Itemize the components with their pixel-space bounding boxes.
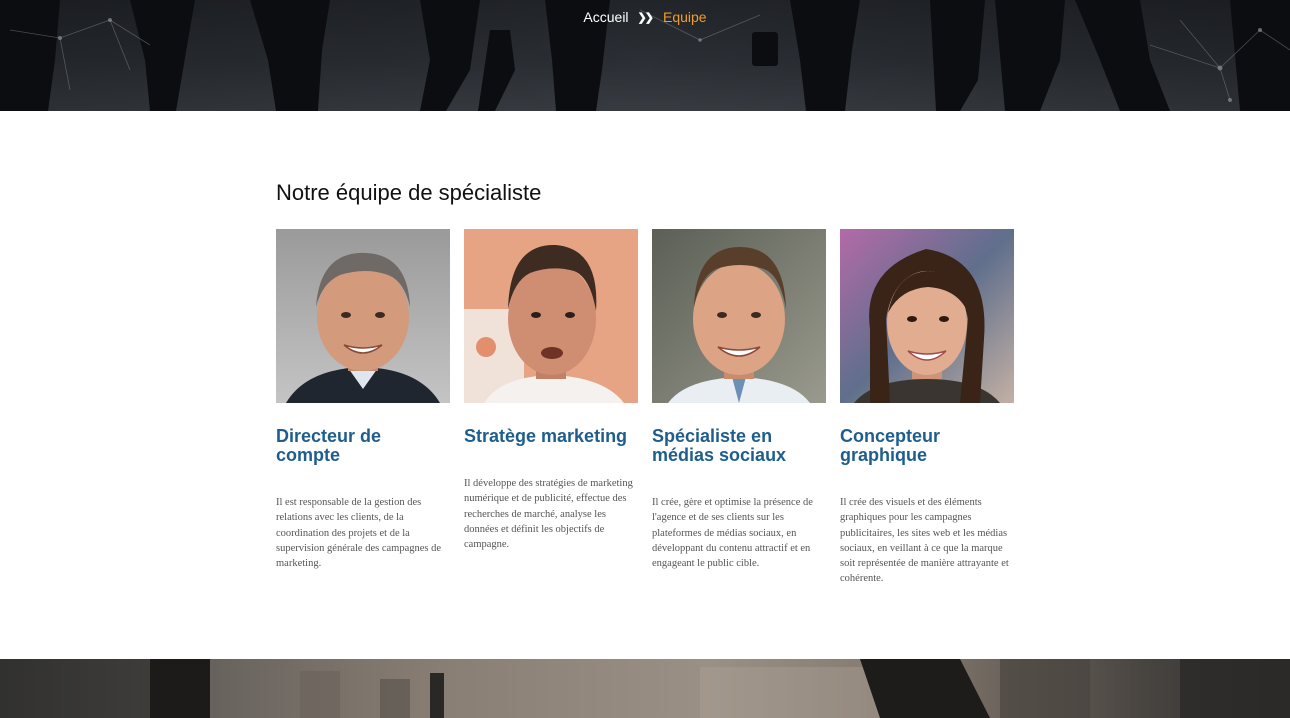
member-role-title[interactable]: Spécialiste en médias sociaux: [652, 427, 826, 465]
breadcrumb-current: Equipe: [662, 9, 707, 25]
member-role-title[interactable]: Concepteur graphique: [840, 427, 1014, 465]
member-description: Il crée, gère et optimise la présence de…: [652, 497, 813, 570]
member-description: Il crée des visuels et des éléments grap…: [840, 497, 1009, 585]
breadcrumb-home-link[interactable]: Accueil: [583, 9, 628, 25]
page: Accueil ❯❯ Equipe Notre équipe de spécia…: [0, 0, 1290, 718]
double-chevron-right-icon: ❯❯: [637, 11, 654, 24]
city-street-background-image: [0, 659, 1290, 718]
team-member-card: Stratège marketing Il développe des stra…: [464, 229, 638, 587]
team-member-card: Spécialiste en médias sociaux Il crée, g…: [652, 229, 826, 587]
team-member-card: Directeur de compte Il est responsable d…: [276, 229, 450, 587]
team-member-photo: [840, 229, 1014, 403]
breadcrumb: Accueil ❯❯ Equipe: [0, 9, 1290, 25]
team-member-photo: [652, 229, 826, 403]
member-role-title[interactable]: Stratège marketing: [464, 427, 638, 446]
bottom-banner-image: [0, 659, 1290, 718]
member-description: Il est responsable de la gestion des rel…: [276, 497, 442, 570]
hero-banner: Accueil ❯❯ Equipe: [0, 0, 1290, 111]
section-title: Notre équipe de spécialiste: [276, 180, 542, 205]
team-member-photo: [464, 229, 638, 403]
team-grid: Directeur de compte Il est responsable d…: [276, 229, 1014, 587]
team-member-card: Concepteur graphique Il crée des visuels…: [840, 229, 1014, 587]
member-role-title[interactable]: Directeur de compte: [276, 427, 450, 465]
team-section: Notre équipe de spécialiste Directeur de…: [276, 178, 1016, 584]
member-description: Il développe des stratégies de marketing…: [464, 478, 633, 551]
team-member-photo: [276, 229, 450, 403]
